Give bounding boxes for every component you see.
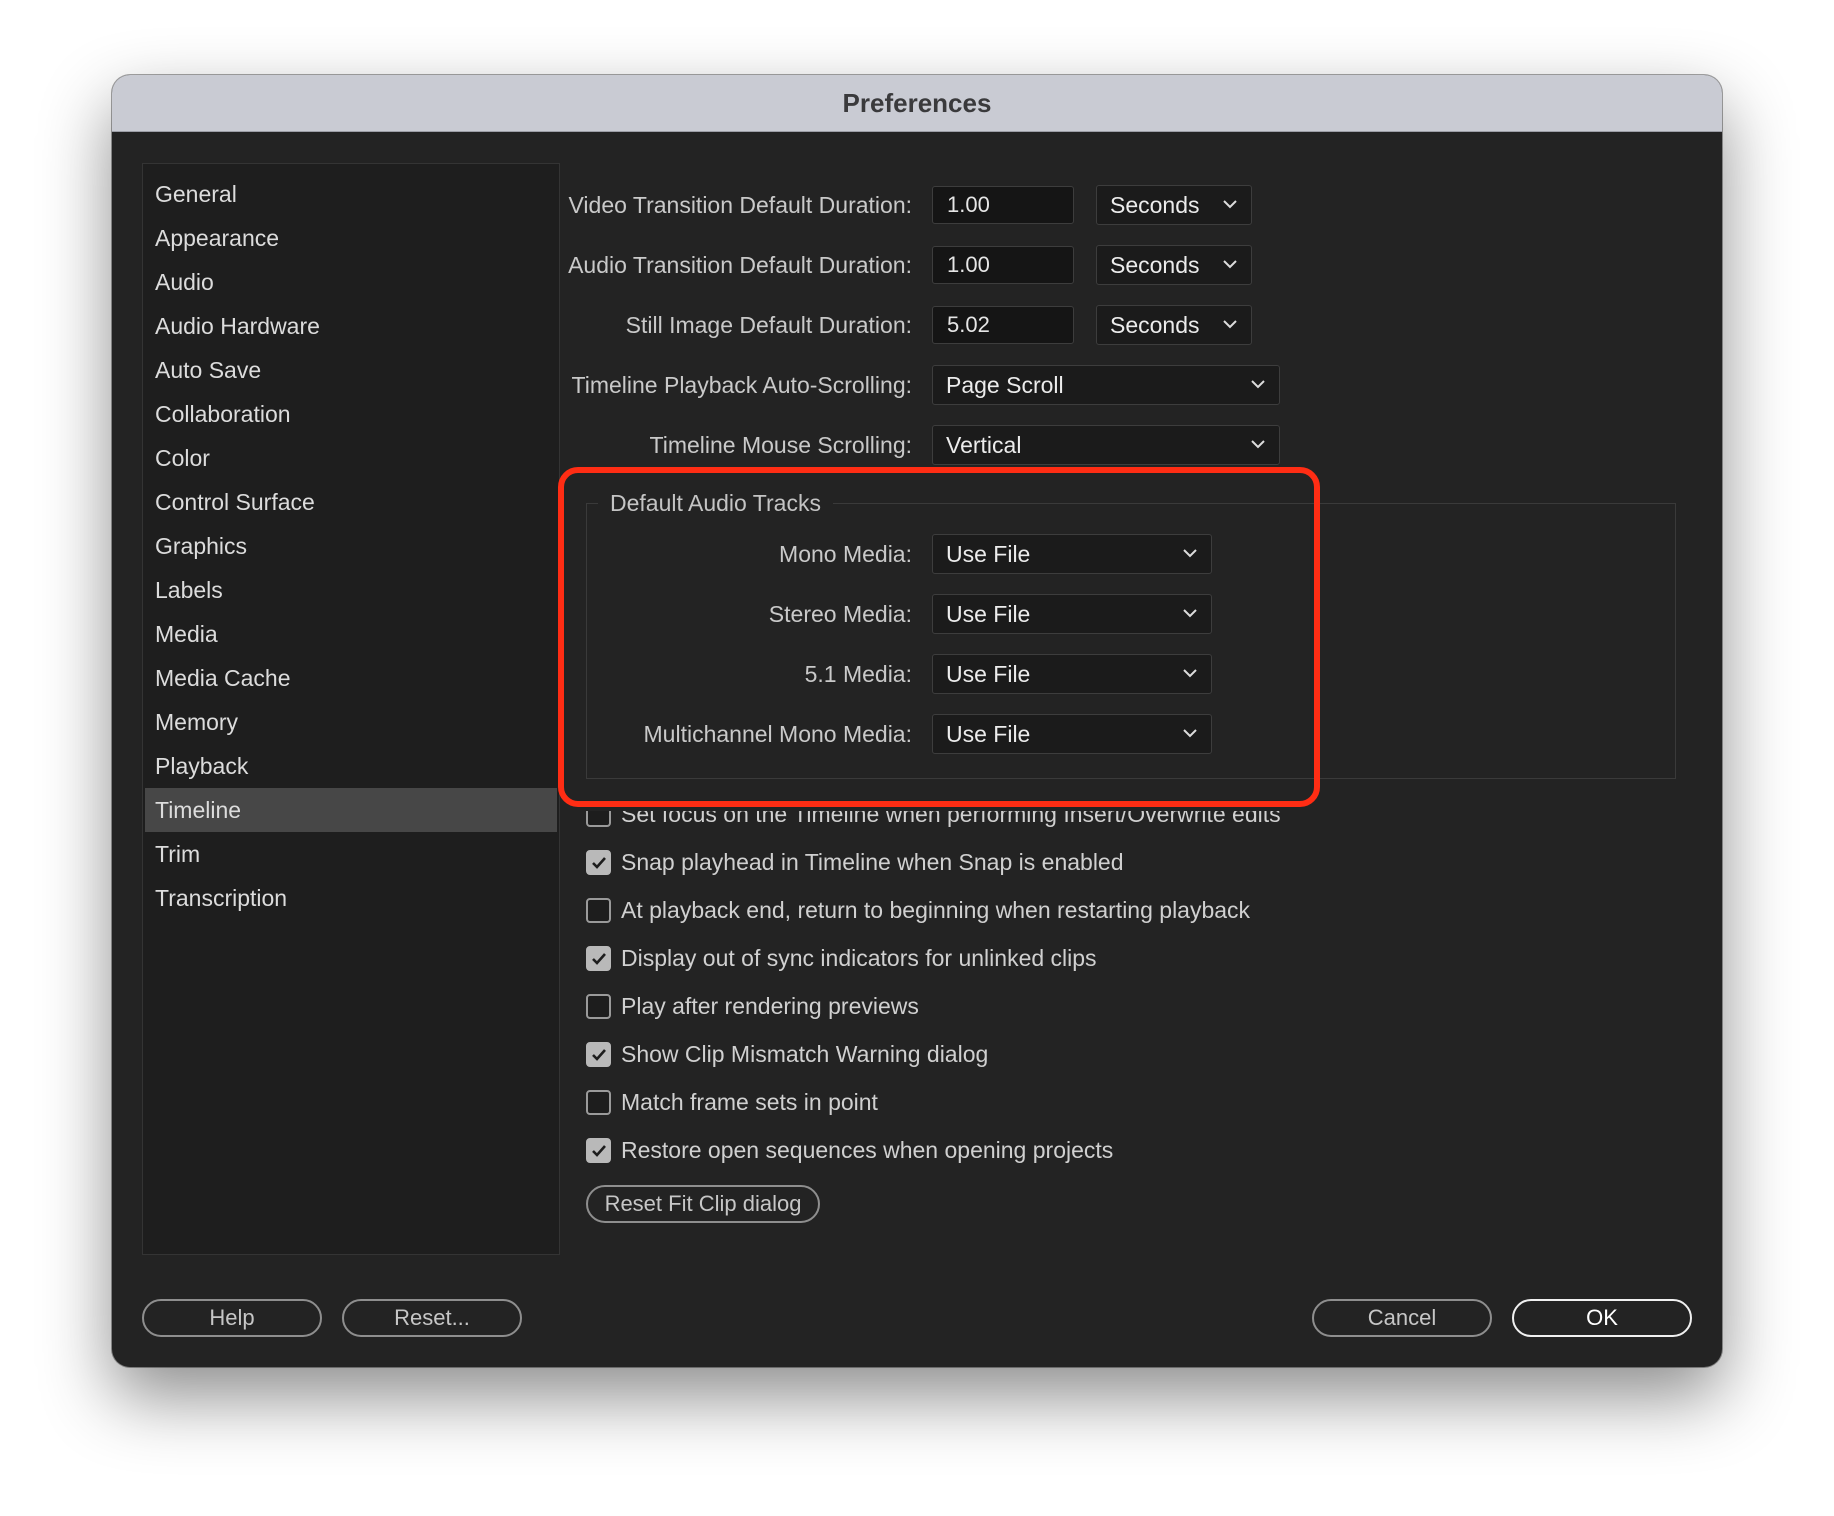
mouse-scrolling-label: Timeline Mouse Scrolling:	[649, 431, 912, 458]
cancel-button[interactable]: Cancel	[1312, 1299, 1492, 1337]
play-after-render-checkbox[interactable]	[586, 993, 611, 1019]
checkmark-icon	[592, 856, 606, 869]
chevron-down-icon	[1223, 320, 1237, 329]
mono-media-value: Use File	[946, 540, 1031, 567]
checkbox-row-out-of-sync[interactable]: Display out of sync indicators for unlin…	[586, 941, 1097, 975]
mouse-scrolling-select[interactable]: Vertical	[932, 425, 1280, 465]
chevron-down-icon	[1223, 260, 1237, 269]
mouse-scrolling-value: Vertical	[946, 431, 1022, 458]
chevron-down-icon	[1183, 609, 1197, 618]
checkbox-row-playback-end[interactable]: At playback end, return to beginning whe…	[586, 893, 1250, 927]
checkbox-row-snap-playhead[interactable]: Snap playhead in Timeline when Snap is e…	[586, 845, 1124, 879]
checkmark-icon	[592, 952, 606, 965]
surround-media-label: 5.1 Media:	[804, 660, 912, 687]
chevron-down-icon	[1183, 729, 1197, 738]
help-button[interactable]: Help	[142, 1299, 322, 1337]
reset-button[interactable]: Reset...	[342, 1299, 522, 1337]
surround-media-select[interactable]: Use File	[932, 654, 1212, 694]
multichannel-media-value: Use File	[946, 720, 1031, 747]
stereo-media-label: Stereo Media:	[768, 600, 912, 627]
mono-media-label: Mono Media:	[779, 540, 912, 567]
checkbox-label: Snap playhead in Timeline when Snap is e…	[621, 848, 1124, 875]
out-of-sync-checkbox[interactable]	[586, 945, 611, 971]
chevron-down-icon	[1183, 549, 1197, 558]
chevron-down-icon	[1223, 200, 1237, 209]
snap-playhead-checkbox[interactable]	[586, 849, 611, 875]
auto-scrolling-label: Timeline Playback Auto-Scrolling:	[571, 371, 912, 398]
checkbox-row-clip-mismatch[interactable]: Show Clip Mismatch Warning dialog	[586, 1037, 988, 1071]
checkbox-label: Play after rendering previews	[621, 992, 919, 1019]
match-frame-checkbox[interactable]	[586, 1089, 611, 1115]
checkbox-row-match-frame[interactable]: Match frame sets in point	[586, 1085, 878, 1119]
checkbox-label: Display out of sync indicators for unlin…	[621, 944, 1097, 971]
still-image-duration-field[interactable]: 5.02	[932, 306, 1074, 344]
clip-mismatch-checkbox[interactable]	[586, 1041, 611, 1067]
preferences-window: Preferences General Appearance Audio Aud…	[112, 75, 1722, 1367]
default-audio-tracks-title: Default Audio Tracks	[598, 487, 833, 519]
timeline-settings-panel: Video Transition Default Duration: 1.00 …	[112, 75, 1722, 1367]
ok-button[interactable]: OK	[1512, 1299, 1692, 1337]
multichannel-media-select[interactable]: Use File	[932, 714, 1212, 754]
video-transition-unit-value: Seconds	[1110, 191, 1200, 218]
checkbox-row-play-after-render[interactable]: Play after rendering previews	[586, 989, 919, 1023]
audio-transition-duration-field[interactable]: 1.00	[932, 246, 1074, 284]
checkbox-label: Match frame sets in point	[621, 1088, 878, 1115]
video-transition-unit-select[interactable]: Seconds	[1096, 185, 1252, 225]
multichannel-media-label: Multichannel Mono Media:	[643, 720, 912, 747]
stereo-media-value: Use File	[946, 600, 1031, 627]
checkbox-row-restore-sequences[interactable]: Restore open sequences when opening proj…	[586, 1133, 1113, 1167]
checkbox-label: Restore open sequences when opening proj…	[621, 1136, 1114, 1163]
chevron-down-icon	[1251, 440, 1265, 449]
audio-transition-unit-select[interactable]: Seconds	[1096, 245, 1252, 285]
chevron-down-icon	[1251, 380, 1265, 389]
checkmark-icon	[592, 1048, 606, 1061]
stereo-media-select[interactable]: Use File	[932, 594, 1212, 634]
checkbox-row-focus-timeline[interactable]: Set focus on the Timeline when performin…	[586, 800, 1281, 831]
reset-fit-clip-button[interactable]: Reset Fit Clip dialog	[586, 1185, 820, 1223]
still-image-unit-value: Seconds	[1110, 311, 1200, 338]
playback-end-checkbox[interactable]	[586, 897, 611, 923]
focus-timeline-checkbox[interactable]	[586, 811, 611, 827]
restore-sequences-checkbox[interactable]	[586, 1137, 611, 1163]
audio-transition-unit-value: Seconds	[1110, 251, 1200, 278]
still-image-label: Still Image Default Duration:	[625, 311, 912, 338]
still-image-unit-select[interactable]: Seconds	[1096, 305, 1252, 345]
checkmark-icon	[592, 1144, 606, 1157]
surround-media-value: Use File	[946, 660, 1031, 687]
video-transition-label: Video Transition Default Duration:	[568, 191, 913, 218]
auto-scrolling-select[interactable]: Page Scroll	[932, 365, 1280, 405]
checkbox-label: Show Clip Mismatch Warning dialog	[621, 1040, 989, 1067]
chevron-down-icon	[1183, 669, 1197, 678]
auto-scrolling-value: Page Scroll	[946, 371, 1064, 398]
checkbox-label: Set focus on the Timeline when performin…	[621, 800, 1281, 827]
audio-transition-label: Audio Transition Default Duration:	[568, 251, 912, 278]
checkbox-label: At playback end, return to beginning whe…	[621, 896, 1251, 923]
mono-media-select[interactable]: Use File	[932, 534, 1212, 574]
video-transition-duration-field[interactable]: 1.00	[932, 186, 1074, 224]
